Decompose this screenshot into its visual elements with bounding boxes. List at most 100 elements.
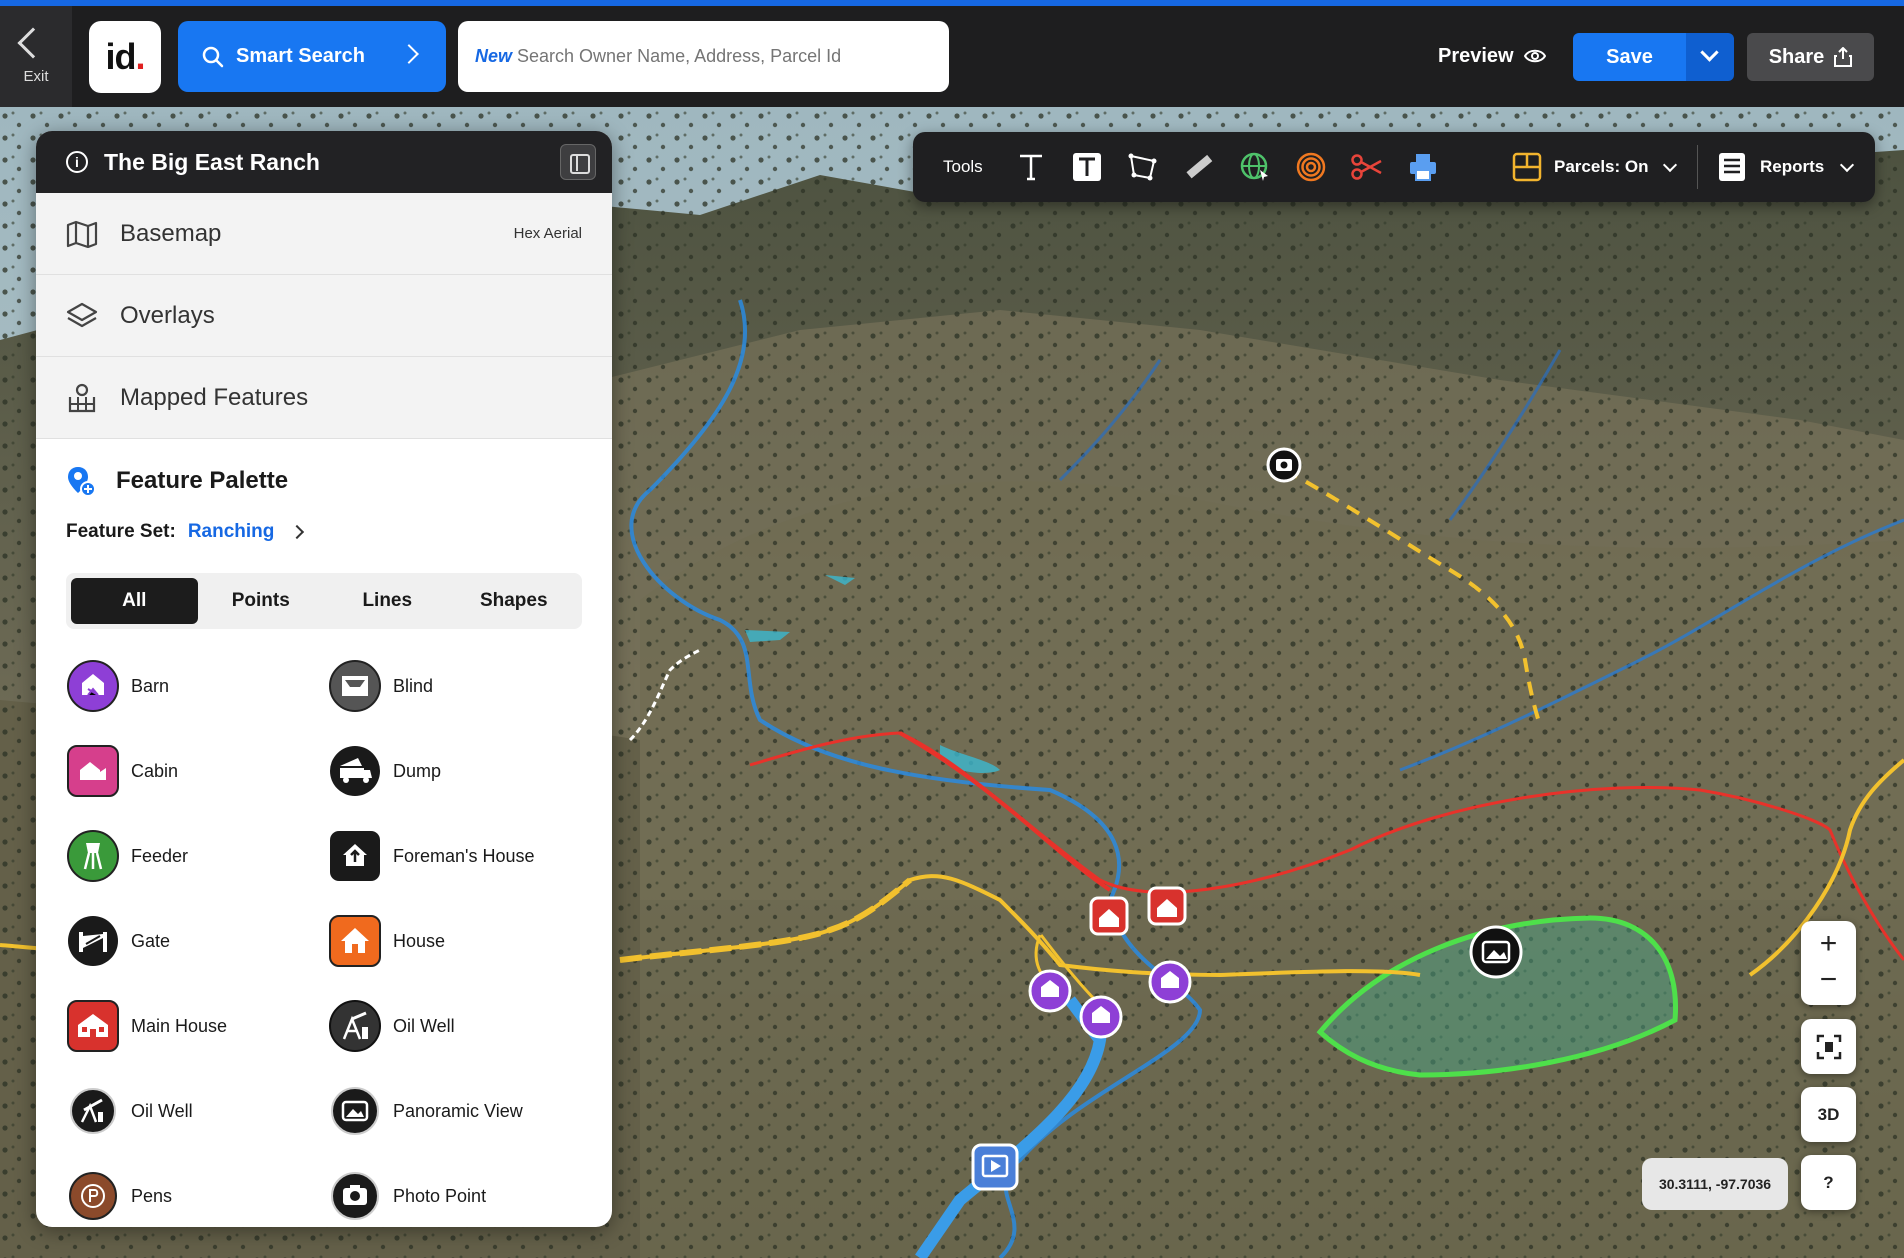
feature-label: Barn <box>131 675 170 696</box>
info-icon[interactable]: i <box>66 151 88 173</box>
chevron-right-icon <box>290 524 305 540</box>
zoom-out-button[interactable]: − <box>1801 965 1856 995</box>
mapped-features-row[interactable]: Mapped Features <box>36 357 612 439</box>
logo[interactable]: id. <box>89 21 161 93</box>
smart-search-button[interactable]: Smart Search <box>178 21 446 92</box>
top-bar: Exit id. Smart Search New Preview Save S… <box>0 0 1904 107</box>
share-button[interactable]: Share <box>1747 33 1874 81</box>
feature-label: House <box>393 930 446 951</box>
scissors-icon <box>1350 154 1382 180</box>
cabin-icon <box>67 745 119 797</box>
feature-label: Feeder <box>131 845 189 866</box>
feature-item-feeder[interactable]: Feeder <box>66 829 328 883</box>
feature-item-oil-well-alt[interactable]: Oil Well <box>66 1084 328 1138</box>
feature-label: Gate <box>131 930 171 951</box>
text-icon <box>1019 154 1042 181</box>
add-location-icon <box>68 467 96 497</box>
parcels-label: Parcels: On <box>1554 157 1649 176</box>
focus-icon <box>1816 1034 1841 1059</box>
chevron-down-icon <box>1700 43 1719 62</box>
feature-item-house[interactable]: House <box>328 914 590 968</box>
overlays-label: Overlays <box>120 301 215 329</box>
feature-item-main-house[interactable]: Main House <box>66 999 328 1053</box>
exit-button[interactable]: Exit <box>0 6 72 107</box>
collapse-panel-button[interactable] <box>560 144 596 180</box>
feature-item-foremans-house[interactable]: Foreman's House <box>328 829 590 883</box>
text-box-tool-button[interactable] <box>1059 147 1115 187</box>
map-marker-barn[interactable] <box>1028 969 1072 1013</box>
reports-icon <box>1719 153 1745 181</box>
measure-tool-button[interactable] <box>1171 147 1227 187</box>
blind-icon <box>329 660 381 712</box>
feature-label: Panoramic View <box>393 1100 523 1121</box>
globe-tool-button[interactable] <box>1227 147 1283 187</box>
dump-icon <box>330 746 380 796</box>
tab-points[interactable]: Points <box>198 578 325 624</box>
feature-set-label: Feature Set: <box>66 521 176 542</box>
photo-point-icon <box>331 1172 379 1220</box>
tab-shapes[interactable]: Shapes <box>451 578 578 624</box>
chevron-right-icon <box>399 44 419 64</box>
feature-set-selector[interactable]: Feature Set: Ranching <box>66 521 582 543</box>
feature-item-dump[interactable]: Dump <box>328 744 590 798</box>
preview-button[interactable]: Preview <box>1438 40 1546 72</box>
map-marker-video[interactable] <box>971 1143 1019 1191</box>
feature-item-panoramic-view[interactable]: Panoramic View <box>328 1084 590 1138</box>
basemap-row[interactable]: Basemap Hex Aerial <box>36 193 612 275</box>
help-button[interactable]: ? <box>1801 1155 1856 1210</box>
print-icon <box>1409 154 1436 181</box>
feature-item-barn[interactable]: Barn <box>66 659 328 713</box>
zoom-control: + − <box>1801 921 1856 1005</box>
map-marker-barn[interactable] <box>1079 995 1123 1039</box>
radius-tool-button[interactable] <box>1283 147 1339 187</box>
feature-item-gate[interactable]: Gate <box>66 914 328 968</box>
polygon-icon <box>1128 153 1157 181</box>
map-marker-panoramic-view[interactable] <box>1469 925 1523 979</box>
feature-label: Blind <box>393 675 434 696</box>
feature-item-photo-point[interactable]: Photo Point <box>328 1169 590 1223</box>
eye-icon <box>1523 49 1546 63</box>
feature-set-value[interactable]: Ranching <box>188 521 275 543</box>
overlays-row[interactable]: Overlays <box>36 275 612 357</box>
parcels-toggle[interactable]: Parcels: On <box>1512 152 1677 182</box>
parcels-icon <box>1512 152 1542 182</box>
tab-all[interactable]: All <box>71 578 198 624</box>
save-dropdown-button[interactable] <box>1686 33 1734 81</box>
search-input[interactable] <box>517 46 949 67</box>
zoom-in-button[interactable]: + <box>1801 929 1856 959</box>
reports-menu[interactable]: Reports <box>1718 152 1855 182</box>
radius-icon <box>1296 152 1325 182</box>
foremans-house-icon <box>330 831 380 881</box>
feature-item-blind[interactable]: Blind <box>328 659 590 713</box>
map-marker-main-house[interactable] <box>1089 896 1129 936</box>
tab-lines[interactable]: Lines <box>324 578 451 624</box>
basemap-label: Basemap <box>120 219 222 247</box>
search-icon <box>202 46 224 67</box>
map-marker-main-house[interactable] <box>1147 886 1187 926</box>
ruler-icon <box>1186 154 1212 179</box>
barn-icon <box>67 660 119 712</box>
3d-toggle-button[interactable]: 3D <box>1801 1087 1856 1142</box>
share-label: Share <box>1768 45 1825 68</box>
map-marker-barn[interactable] <box>1148 960 1192 1004</box>
panoramic-view-icon <box>331 1087 379 1135</box>
feature-palette: Feature Palette Feature Set: Ranching Al… <box>36 439 612 1223</box>
map-marker-photo-point[interactable] <box>1266 447 1302 483</box>
fit-bounds-button[interactable] <box>1801 1019 1856 1074</box>
feature-item-pens[interactable]: Pens <box>66 1169 328 1223</box>
feature-item-cabin[interactable]: Cabin <box>66 744 328 798</box>
text-tool-button[interactable] <box>1003 147 1059 187</box>
reports-label: Reports <box>1760 157 1825 176</box>
feature-label: Photo Point <box>393 1185 487 1206</box>
logo-text: id <box>105 36 136 77</box>
pens-icon <box>69 1172 117 1220</box>
save-button[interactable]: Save <box>1573 33 1686 81</box>
polygon-tool-button[interactable] <box>1115 147 1171 187</box>
mapped-features-label: Mapped Features <box>120 383 309 411</box>
tools-label: Tools <box>943 157 983 176</box>
cut-tool-button[interactable] <box>1339 147 1395 187</box>
basemap-value: Hex Aerial <box>513 225 582 242</box>
feature-item-oil-well[interactable]: Oil Well <box>328 999 590 1053</box>
search-box[interactable]: New <box>458 21 949 92</box>
print-tool-button[interactable] <box>1395 147 1451 187</box>
